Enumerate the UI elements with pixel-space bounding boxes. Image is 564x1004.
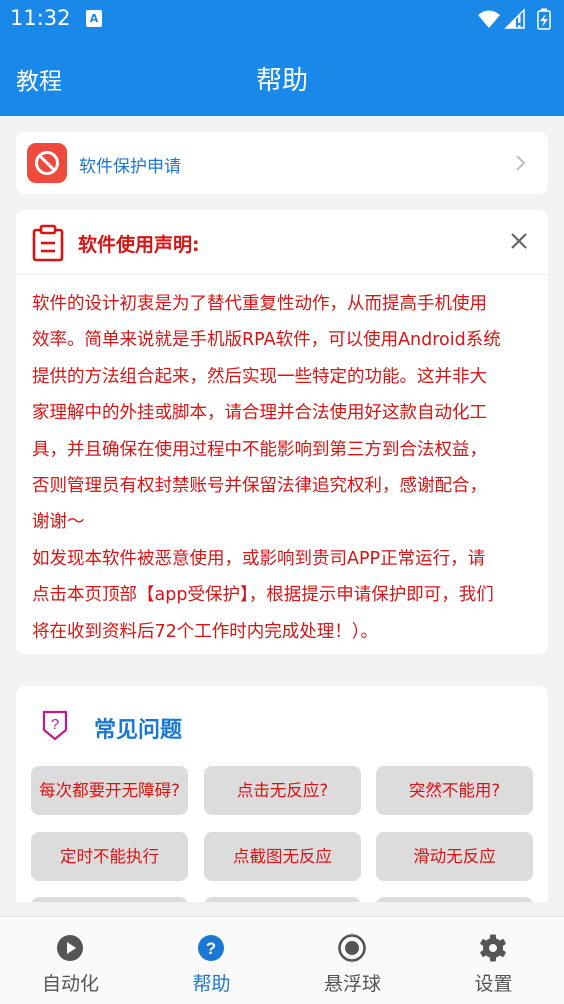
faq-button[interactable]: 点截图无反应 [204,832,361,881]
system-indicators-icon [478,8,551,30]
notice-line: 提供的方法组合起来，然后实现一些特定的功能。这并非大 [32,366,487,387]
notification-icon: A [86,10,102,27]
page-title: 帮助 [255,66,308,96]
faq-card: ? 常见问题 每次都要开无障碍? 点击无反应? 突然不能用? 定时不能执行 点截… [16,686,548,902]
svg-text:?: ? [51,716,59,733]
status-time: 11:32 [10,6,71,30]
faq-button-partial[interactable] [204,897,361,902]
notice-body: 软件的设计初衷是为了替代重复性动作，从而提高手机使用 效率。简单来说就是手机版R… [32,286,536,650]
notice-line: 如发现本软件被恶意使用，或影响到贵司APP正常运行，请 [32,548,486,569]
protect-request-entry[interactable]: 软件保护申请 [16,132,548,194]
prohibit-icon [27,143,67,183]
tab-label: 悬浮球 [323,973,381,995]
help-circle-icon: ? [198,935,224,961]
notice-line: 谢谢～ [32,512,85,533]
notice-line: 点击本页顶部【app受保护】，根据提示申请保护即可，我们 [32,585,494,606]
tab-label: 帮助 [192,973,231,995]
tab-float-ball[interactable]: 悬浮球 [282,917,423,1004]
faq-title: 常见问题 [94,718,183,743]
notice-line: 具，并且确保在使用过程中不能影响到第三方到合法权益， [32,439,487,460]
faq-button[interactable]: 滑动无反应 [376,832,533,881]
tab-help[interactable]: ? 帮助 [141,917,282,1004]
tab-label: 自动化 [41,973,99,995]
clipboard-icon [32,224,64,262]
faq-button[interactable]: 点击无反应? [204,766,361,815]
app-header: 11:32 A 教程 帮助 [0,0,564,116]
help-shield-icon: ? [42,710,68,741]
notice-line: 软件的设计初衷是为了替代重复性动作，从而提高手机使用 [32,294,487,314]
tab-settings[interactable]: 设置 [423,917,564,1004]
notice-title: 软件使用声明: [78,234,200,256]
notice-line: 否则管理员有权封禁账号并保留法律追究权利，感谢配合， [32,476,487,497]
bottom-tab-bar: 自动化 ? 帮助 悬浮球 设置 [0,916,564,1004]
radio-button-icon [338,934,366,962]
status-bar: 11:32 A [0,0,564,38]
gear-icon [480,934,506,962]
faq-button[interactable]: 定时不能执行 [31,832,188,881]
protect-request-label: 软件保护申请 [79,157,181,177]
play-circle-icon [57,935,83,961]
faq-button[interactable]: 突然不能用? [376,766,533,815]
notice-divider [16,274,548,275]
faq-button-partial[interactable] [376,897,533,902]
notice-line: 效率。简单来说就是手机版RPA软件，可以使用Android系统 [32,330,501,351]
faq-button[interactable]: 每次都要开无障碍? [31,766,188,815]
chevron-right-icon [516,155,526,171]
faq-button-partial[interactable] [31,897,188,902]
notice-line: 将在收到资料后72个工作时内完成处理！）。 [32,621,379,642]
close-icon[interactable] [510,232,528,250]
usage-notice-card: 软件使用声明: 软件的设计初衷是为了替代重复性动作，从而提高手机使用 效率。简单… [16,210,548,654]
tab-label: 设置 [474,973,513,995]
tab-automation[interactable]: 自动化 [0,917,141,1004]
svg-text:?: ? [206,939,216,958]
notice-line: 家理解中的外挂或脚本，请合理并合法使用好这款自动化工 [32,403,487,424]
